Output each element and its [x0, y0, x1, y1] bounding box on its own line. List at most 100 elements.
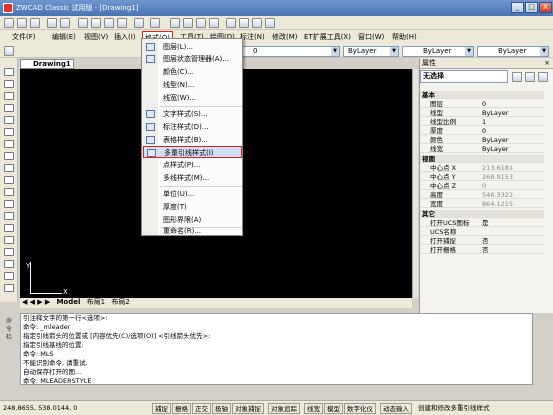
prop-row[interactable]: 颜色 ByLayer: [420, 136, 544, 144]
prop-row[interactable]: 图层 0: [420, 100, 544, 108]
menu-item-units[interactable]: 单位(U)...: [143, 188, 242, 200]
cut-icon[interactable]: [78, 18, 88, 28]
pan-icon[interactable]: [170, 18, 180, 28]
toggle-grid[interactable]: 栅格: [172, 403, 191, 414]
prop-row[interactable]: 高度 546.3322: [420, 191, 544, 199]
print-icon[interactable]: [47, 18, 57, 28]
dist-icon[interactable]: [4, 260, 14, 268]
zoom-previous-icon[interactable]: [209, 18, 219, 28]
line-icon[interactable]: [4, 68, 14, 76]
prop-row[interactable]: 线型比例 1: [420, 118, 544, 126]
menu-item-limits[interactable]: 图形界限(A): [143, 214, 242, 226]
prop-row[interactable]: 中心点 Y 268.9153: [420, 173, 544, 181]
linetype-combo[interactable]: ByLayer ▼: [402, 46, 474, 57]
hatch-icon[interactable]: [4, 212, 14, 220]
prop-row[interactable]: 打开UCS图标是: [420, 219, 544, 227]
prop-row[interactable]: 打开栅格否: [420, 246, 544, 254]
menu-item-dim-style[interactable]: 标注样式(D)...: [143, 121, 242, 133]
prop-row[interactable]: 线型 ByLayer: [420, 109, 544, 117]
menu-modify[interactable]: 修改(M): [270, 31, 300, 43]
menu-help[interactable]: 帮助(H): [390, 31, 419, 43]
preview-icon[interactable]: [60, 18, 70, 28]
insert-block-icon[interactable]: [4, 176, 14, 184]
redo-icon[interactable]: [150, 18, 160, 28]
layer-combo[interactable]: 0 ▼: [240, 46, 340, 57]
zoom-window-icon[interactable]: [196, 18, 206, 28]
menu-item-point-style[interactable]: 点样式(P)...: [143, 159, 242, 171]
toggle-snap[interactable]: 捕捉: [152, 403, 171, 414]
section-basic[interactable]: 基本: [420, 91, 544, 99]
toggle-dynamic-input[interactable]: 动态输入: [380, 403, 412, 414]
circle-icon[interactable]: [4, 140, 14, 148]
table-icon[interactable]: [4, 236, 14, 244]
prop-row[interactable]: 线宽 ByLayer: [420, 145, 544, 153]
menu-item-layer-state[interactable]: 图层状态管理器(A)...: [143, 53, 242, 65]
toggle-otrack[interactable]: 对象追踪: [268, 403, 300, 414]
tool-palette-icon[interactable]: [252, 18, 262, 28]
prop-row[interactable]: 宽度 864.1215: [420, 200, 544, 208]
paste-icon[interactable]: [104, 18, 114, 28]
selection-combo[interactable]: 无选择: [420, 70, 508, 83]
menu-item-rename[interactable]: 重命名(R)...: [143, 227, 242, 236]
region-icon[interactable]: [4, 224, 14, 232]
menu-item-lineweight[interactable]: 线宽(W)...: [143, 92, 242, 104]
help-icon[interactable]: [265, 18, 275, 28]
save-icon[interactable]: [30, 18, 40, 28]
prop-row[interactable]: 厚度 0: [420, 127, 544, 135]
open-icon[interactable]: [17, 18, 27, 28]
menu-et-tools[interactable]: ET扩展工具(X): [302, 31, 353, 43]
tab-layout1[interactable]: 布局1: [87, 298, 105, 306]
mtext-icon[interactable]: [4, 248, 14, 256]
undo-icon[interactable]: [134, 18, 144, 28]
layer-manager-icon[interactable]: [4, 46, 14, 56]
menu-item-mline-style[interactable]: 多线样式(M)...: [143, 172, 242, 184]
make-block-icon[interactable]: [4, 188, 14, 196]
point-icon[interactable]: [4, 200, 14, 208]
minimize-button[interactable]: _: [511, 2, 524, 13]
menu-window[interactable]: 窗口(W): [356, 31, 386, 43]
polyline-icon[interactable]: [4, 92, 14, 100]
match-icon[interactable]: [117, 18, 127, 28]
menu-item-text-style[interactable]: 文字样式(S)...: [143, 108, 242, 120]
menu-item-mleader-style[interactable]: 多重引线样式(I): [143, 146, 242, 158]
menu-edit[interactable]: 编辑(E): [50, 31, 78, 43]
polygon-icon[interactable]: [4, 104, 14, 112]
lineweight-combo[interactable]: ByLayer ▼: [477, 46, 549, 57]
area-icon[interactable]: [4, 272, 14, 280]
prop-row[interactable]: 中心点 X 213.6181: [420, 164, 544, 172]
prop-row[interactable]: 中心点 Z0: [420, 182, 544, 190]
menu-view[interactable]: 视图(V): [82, 31, 110, 43]
copy-icon[interactable]: [91, 18, 101, 28]
properties-icon[interactable]: [226, 18, 236, 28]
list-icon[interactable]: [4, 284, 14, 292]
tab-layout2[interactable]: 布局2: [111, 298, 129, 306]
new-icon[interactable]: [4, 18, 14, 28]
prop-row[interactable]: 打开捕捉否: [420, 237, 544, 245]
close-button[interactable]: X: [539, 2, 552, 13]
command-window[interactable]: 引注释文字的第一行<选项>: 命令: _mleader 指定引线箭头的位置或 […: [20, 313, 533, 385]
toggle-osnap[interactable]: 对象捕捉: [232, 403, 264, 414]
ray-icon[interactable]: [4, 80, 14, 88]
rectangle-icon[interactable]: [4, 116, 14, 124]
toggle-model[interactable]: 模型: [324, 403, 343, 414]
menu-item-table-style[interactable]: 表格样式(B)...: [143, 134, 242, 146]
toggle-lineweight[interactable]: 线宽: [304, 403, 323, 414]
color-combo[interactable]: ByLayer ▼: [343, 46, 399, 57]
ellipse-icon[interactable]: [4, 164, 14, 172]
toggle-polar[interactable]: 极轴: [212, 403, 231, 414]
tab-nav-arrows-icon[interactable]: ◀ ◀ ▶ ▶: [22, 298, 50, 306]
quick-select-icon[interactable]: [512, 72, 522, 82]
toggle-digitizer[interactable]: 数字化仪: [344, 403, 376, 414]
close-icon[interactable]: ×: [544, 58, 550, 69]
spline-icon[interactable]: [4, 152, 14, 160]
design-center-icon[interactable]: [239, 18, 249, 28]
section-misc[interactable]: 其它: [420, 210, 544, 218]
arc-icon[interactable]: [4, 128, 14, 136]
menu-item-layer[interactable]: 图层(L)...: [143, 41, 242, 53]
prop-row[interactable]: UCS名称: [420, 228, 544, 236]
menu-insert[interactable]: 插入(I): [112, 31, 138, 43]
section-view[interactable]: 视图: [420, 155, 544, 163]
maximize-button[interactable]: □: [525, 2, 538, 13]
zoom-realtime-icon[interactable]: [183, 18, 193, 28]
menu-item-color[interactable]: 颜色(C)...: [143, 66, 242, 78]
